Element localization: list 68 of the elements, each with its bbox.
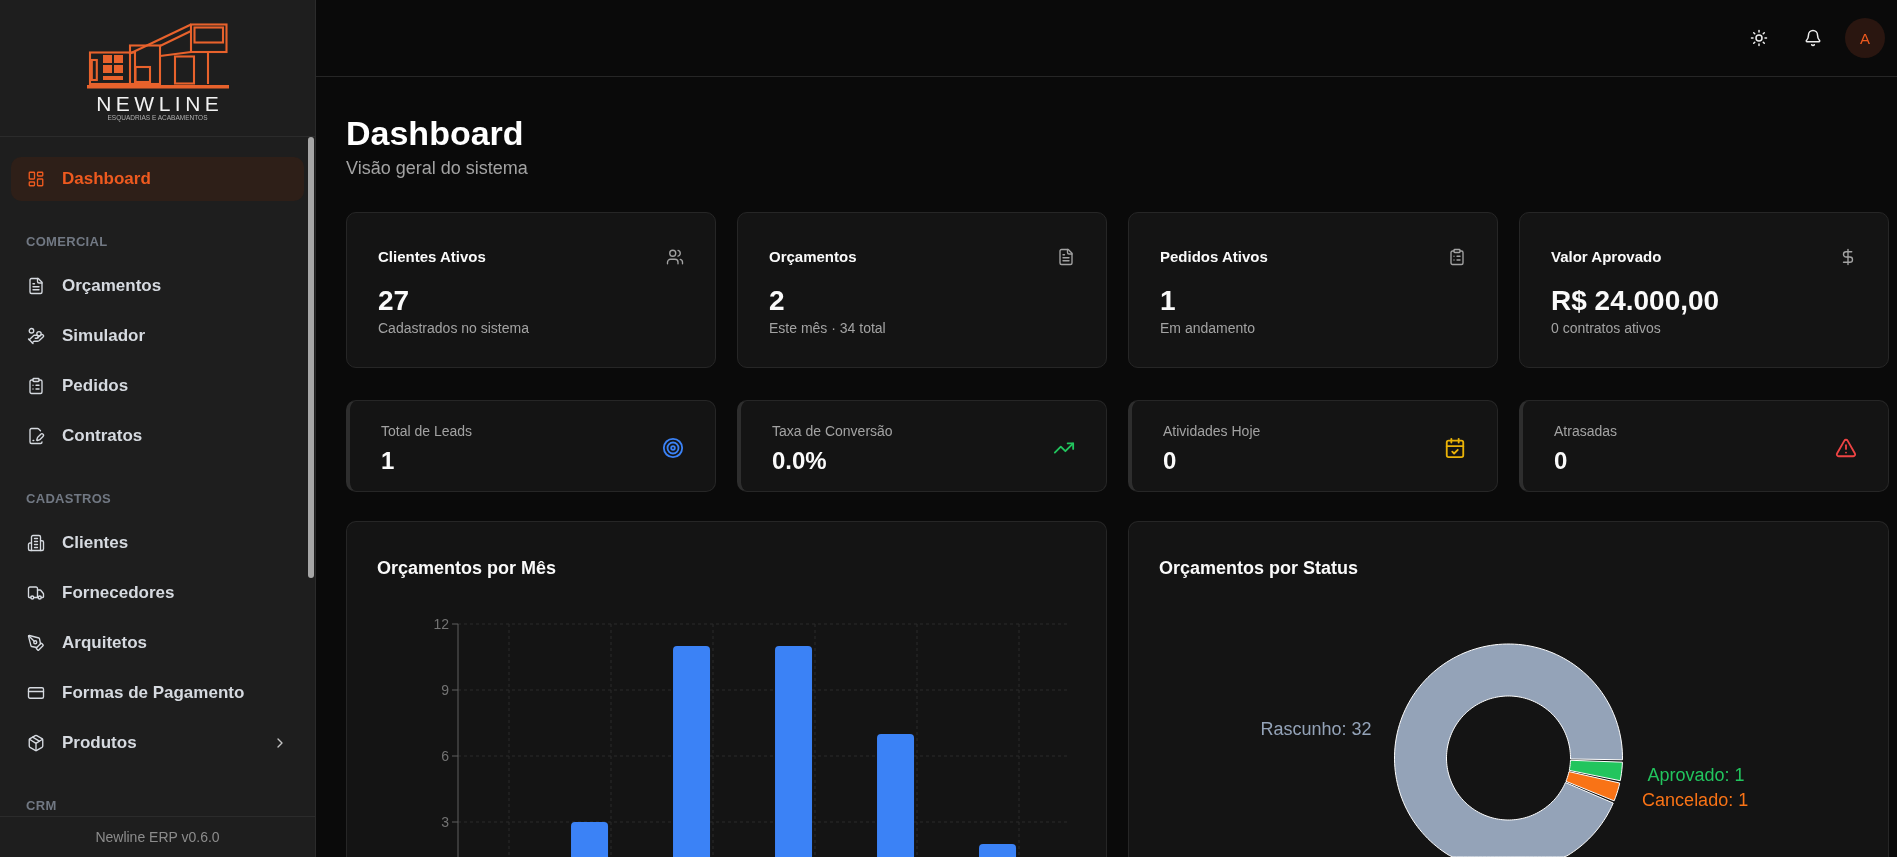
stat-value: R$ 24.000,00 (1551, 284, 1721, 318)
nav-item[interactable]: Produtos (11, 721, 304, 765)
truck-icon (27, 584, 45, 602)
stat-title: Valor Aprovado (1551, 247, 1662, 267)
package-icon (27, 734, 45, 752)
nav-item[interactable]: Contratos (11, 414, 304, 458)
stat-value: 1 (1160, 284, 1177, 318)
kpi-value: 0 (1163, 447, 1178, 475)
brand-name: NEWLINE (96, 93, 224, 115)
kpi-value: 0.0% (772, 447, 828, 475)
slice-label: Rascunho: 32 (1260, 718, 1372, 739)
nav-section-header: CADASTROS (25, 491, 113, 507)
building-icon (27, 534, 45, 552)
hand-coins-icon (27, 327, 45, 345)
nav-item[interactable]: Pedidos (11, 364, 304, 408)
scrollbar[interactable] (308, 137, 314, 578)
grid-icon (27, 170, 45, 188)
credit-card-icon (27, 684, 45, 702)
slice-label: Aprovado: 1 (1647, 764, 1745, 785)
kpi-label: Atividades Hoje (1163, 422, 1261, 441)
document-icon (27, 277, 45, 295)
kpi-label: Total de Leads (381, 422, 473, 441)
axis-tick-label: 12 (433, 616, 449, 632)
stat-value: 2 (769, 284, 786, 318)
nav-item[interactable]: Orçamentos (11, 264, 304, 308)
theme-toggle-button[interactable] (1750, 29, 1768, 47)
clipboard-icon (27, 377, 45, 395)
stat-title: Pedidos Ativos (1160, 247, 1268, 267)
stat-caption: 0 contratos ativos (1551, 319, 1662, 338)
bar (979, 844, 1017, 857)
stat-value: 27 (378, 284, 411, 318)
nav-section-header: CRM (25, 798, 58, 814)
version-label: Newline ERP v0.6.0 (95, 828, 220, 847)
document-pen-icon (27, 427, 45, 445)
kpi-label: Atrasadas (1554, 422, 1618, 441)
stat-caption: Em andamento (1160, 319, 1256, 338)
axis-tick-label: 9 (441, 682, 449, 698)
users-icon (666, 248, 684, 266)
buildings-logo-icon (86, 23, 229, 89)
stat-caption: Este mês · 34 total (769, 319, 887, 338)
nav-section-header: COMERCIAL (25, 234, 109, 250)
nav-item[interactable]: Formas de Pagamento (11, 671, 304, 715)
bell-icon (1804, 29, 1822, 47)
axis-tick-label: 6 (441, 748, 449, 764)
pen-nib-icon (27, 634, 45, 652)
nav-item[interactable]: Clientes (11, 521, 304, 565)
axis-tick-label: 3 (441, 814, 449, 830)
clipboard-icon (1448, 248, 1466, 266)
nav-item[interactable]: Simulador (11, 314, 304, 358)
sun-icon (1750, 29, 1768, 47)
stat-caption: Cadastrados no sistema (378, 319, 530, 338)
page-subtitle: Visão geral do sistema (346, 157, 529, 180)
slice-label: Cancelado: 1 (1642, 789, 1749, 810)
kpi-value: 0 (1554, 447, 1569, 475)
nav-item[interactable]: Arquitetos (11, 621, 304, 665)
kpi-value: 1 (381, 447, 396, 475)
document-icon (1057, 248, 1075, 266)
kpi-label: Taxa de Conversão (772, 422, 893, 441)
nav-item[interactable]: Fornecedores (11, 571, 304, 615)
stat-title: Orçamentos (769, 247, 857, 267)
avatar[interactable]: A (1845, 18, 1885, 58)
chart-title: Orçamentos por Mês (376, 557, 557, 580)
notifications-button[interactable] (1804, 29, 1822, 47)
bar (571, 822, 609, 857)
stat-title: Clientes Ativos (378, 247, 486, 267)
page-title: Dashboard (346, 113, 525, 153)
nav-item[interactable]: Dashboard (11, 157, 304, 201)
chart-title: Orçamentos por Status (1158, 557, 1359, 580)
